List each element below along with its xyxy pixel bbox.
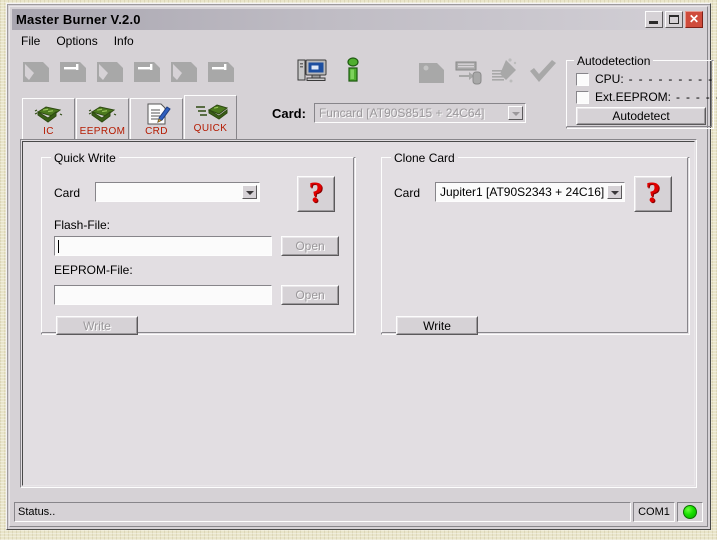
status-text: Status..: [14, 502, 631, 522]
card-write2-icon[interactable]: [130, 54, 166, 90]
card-read2-icon[interactable]: [93, 54, 129, 90]
com-port-indicator: COM1: [633, 502, 675, 522]
maximize-icon: [669, 15, 679, 24]
autodetection-group: Autodetection CPU: - - - - - - - - - - -…: [566, 54, 717, 129]
cpu-checkbox[interactable]: [576, 72, 589, 86]
clone-card-label: Card: [394, 186, 421, 200]
clone-card-value: Jupiter1 [AT90S2343 + 24C16]: [440, 185, 605, 199]
quick-card-dropdown[interactable]: [95, 182, 260, 202]
menu-bar: File Options Info: [13, 32, 704, 50]
maximize-button[interactable]: [665, 11, 683, 28]
info-icon[interactable]: [335, 53, 371, 89]
minimize-icon: [649, 21, 658, 24]
flash-file-label: Flash-File:: [54, 218, 111, 232]
card-read-icon[interactable]: [19, 54, 55, 90]
ext-eeprom-value: - - - - - - -: [676, 90, 717, 104]
ext-eeprom-checkbox[interactable]: [576, 90, 589, 104]
connection-led-cell: [677, 502, 703, 522]
window-inner-frame: Master Burner V.2.0 ✕ File Options Info: [9, 6, 717, 527]
chevron-down-icon[interactable]: [242, 185, 257, 199]
close-icon: ✕: [688, 12, 700, 26]
chip-icon: [88, 102, 118, 125]
text-caret: [58, 239, 59, 253]
minimize-button[interactable]: [645, 11, 663, 28]
autodetection-title: Autodetection: [574, 54, 654, 68]
tab-ic[interactable]: IC: [22, 98, 75, 139]
title-bar[interactable]: Master Burner V.2.0 ✕: [12, 9, 705, 30]
eeprom-open-button[interactable]: Open: [281, 285, 339, 305]
question-mark-icon: ?: [308, 176, 324, 209]
ext-eeprom-label: Ext.EEPROM:: [595, 90, 672, 104]
cpu-detect-row: CPU: - - - - - - - - - - - - -: [576, 72, 717, 86]
cpu-label: CPU:: [595, 72, 624, 86]
tab-content-panel: Quick Write Card ? Flash-File: Open EEPR…: [20, 139, 697, 488]
card-selector-dropdown[interactable]: Funcard [AT90S8515 + 24C64]: [313, 103, 526, 123]
quick-write-group: Quick Write Card ? Flash-File: Open EEPR…: [41, 151, 356, 335]
card-selector-label: Card:: [272, 105, 306, 121]
clone-write-button[interactable]: Write: [396, 316, 478, 335]
fast-card-icon: [194, 99, 228, 122]
card-write3-icon[interactable]: [204, 54, 240, 90]
question-mark-icon: ?: [645, 176, 661, 209]
tab-eeprom[interactable]: EEPROM: [76, 98, 129, 139]
eeprom-file-input[interactable]: [54, 285, 272, 305]
chevron-down-icon[interactable]: [507, 106, 523, 120]
computer-icon[interactable]: [294, 53, 330, 89]
close-button[interactable]: ✕: [685, 11, 703, 28]
menu-item-options[interactable]: Options: [48, 33, 105, 49]
menu-item-info[interactable]: Info: [106, 33, 142, 49]
flash-open-button[interactable]: Open: [281, 236, 339, 256]
window-title: Master Burner V.2.0: [16, 12, 141, 27]
eeprom-file-label: EEPROM-File:: [54, 263, 133, 277]
document-pen-icon: [142, 102, 172, 125]
tab-ic-label: IC: [43, 126, 54, 137]
tab-crd-label: CRD: [145, 126, 168, 137]
flash-file-input[interactable]: [54, 236, 272, 256]
autodetect-button[interactable]: Autodetect: [576, 107, 706, 125]
tab-strip: IC EEPROM CRD QUICK: [22, 95, 238, 139]
card-write-icon[interactable]: [56, 54, 92, 90]
status-bar: Status.. COM1: [14, 502, 703, 522]
card-to-disk-icon[interactable]: [451, 54, 487, 90]
clone-card-title: Clone Card: [391, 151, 458, 165]
clone-card-dropdown[interactable]: Jupiter1 [AT90S2343 + 24C16]: [435, 182, 625, 202]
chip-icon: [34, 102, 64, 125]
card-selector-value: Funcard [AT90S8515 + 24C64]: [318, 106, 485, 120]
menu-item-file[interactable]: File: [13, 33, 48, 49]
tab-quick[interactable]: QUICK: [184, 95, 237, 139]
green-led-icon: [683, 505, 697, 519]
quick-write-title: Quick Write: [51, 151, 119, 165]
tab-eeprom-label: EEPROM: [79, 126, 126, 137]
quick-write-button[interactable]: Write: [56, 316, 138, 335]
quick-write-help-button[interactable]: ?: [297, 176, 335, 212]
application-window: Master Burner V.2.0 ✕ File Options Info: [6, 3, 717, 530]
card-selector-row: Card: Funcard [AT90S8515 + 24C64]: [272, 103, 526, 123]
cpu-value: - - - - - - - - - - - - -: [628, 72, 717, 86]
erase-card-icon[interactable]: [488, 54, 524, 90]
quick-card-label: Card: [54, 186, 81, 200]
clone-card-group: Clone Card Card Jupiter1 [AT90S2343 + 24…: [381, 151, 690, 335]
card-read3-icon[interactable]: [167, 54, 203, 90]
tab-crd[interactable]: CRD: [130, 98, 183, 139]
window-controls: ✕: [645, 11, 705, 28]
tab-quick-label: QUICK: [193, 123, 228, 134]
ext-eeprom-detect-row: Ext.EEPROM: - - - - - - -: [576, 90, 717, 104]
clone-card-help-button[interactable]: ?: [634, 176, 672, 212]
verify-check-icon[interactable]: [525, 54, 561, 90]
card-blank-icon[interactable]: [414, 54, 450, 90]
chevron-down-icon[interactable]: [607, 185, 622, 199]
